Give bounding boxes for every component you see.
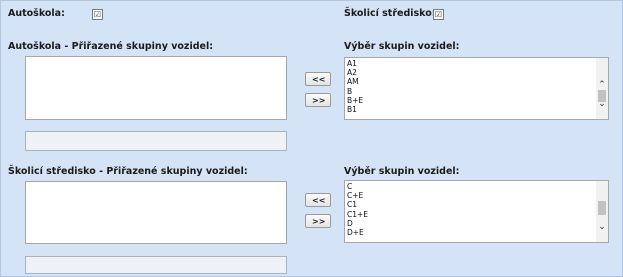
skolici-text-field[interactable] [25,256,287,274]
chevron-down-icon[interactable]: ⌄ [596,99,608,109]
scrollbar-2[interactable]: ⌃ ⌄ [596,181,608,242]
list-item[interactable]: C1 [347,200,594,209]
skolici-stredisko-checkbox[interactable]: ☑ [433,9,444,20]
scrollbar[interactable]: ⌃ ⌄ [596,58,608,119]
autoskola-assigned-groups-label: Autoškola - Přiřazené skupiny vozidel: [8,41,213,52]
list-item[interactable]: AM [347,77,594,86]
vehicle-groups-listbox-2[interactable]: C C+E C1 C1+E D D+E ⌃ ⌄ [344,180,609,243]
list-item[interactable]: B+E [347,96,594,105]
list-item[interactable]: A2 [347,68,594,77]
list-item[interactable]: D+E [347,228,594,237]
chevron-down-icon[interactable]: ⌄ [596,222,608,232]
list-item[interactable]: C1+E [347,210,594,219]
list-item[interactable]: D [347,219,594,228]
autoskola-label: Autoškola: [8,8,65,19]
vehicle-groups-select-label: Výběr skupin vozidel: [344,41,460,52]
skolici-stredisko-label: Školicí středisko: [344,8,436,19]
list-item[interactable]: C [347,182,594,191]
skolici-assigned-groups-listbox[interactable] [25,181,287,244]
add-group-button[interactable]: << [305,72,331,86]
add-group-button-2[interactable]: << [305,193,331,207]
vehicle-groups-select-label-2: Výběr skupin vozidel: [344,166,460,177]
autoskola-checkbox[interactable]: ☑ [92,9,103,20]
remove-group-button[interactable]: >> [305,93,331,107]
chevron-up-icon[interactable]: ⌃ [596,80,608,90]
list-item[interactable]: B [347,87,594,96]
remove-group-button-2[interactable]: >> [305,214,331,228]
skolici-assigned-groups-label: Školicí středisko - Přiřazené skupiny vo… [8,166,248,177]
list-item[interactable]: A1 [347,59,594,68]
autoskola-assigned-groups-listbox[interactable] [25,56,287,120]
vehicle-groups-panel: Autoškola: ☑ Školicí středisko: ☑ Autošk… [0,0,623,277]
scrollbar-thumb[interactable] [598,201,606,215]
list-item[interactable]: B1 [347,105,594,114]
vehicle-groups-listbox[interactable]: A1 A2 AM B B+E B1 ⌃ ⌄ [344,57,609,120]
autoskola-text-field[interactable] [25,131,287,151]
list-item[interactable]: C+E [347,191,594,200]
